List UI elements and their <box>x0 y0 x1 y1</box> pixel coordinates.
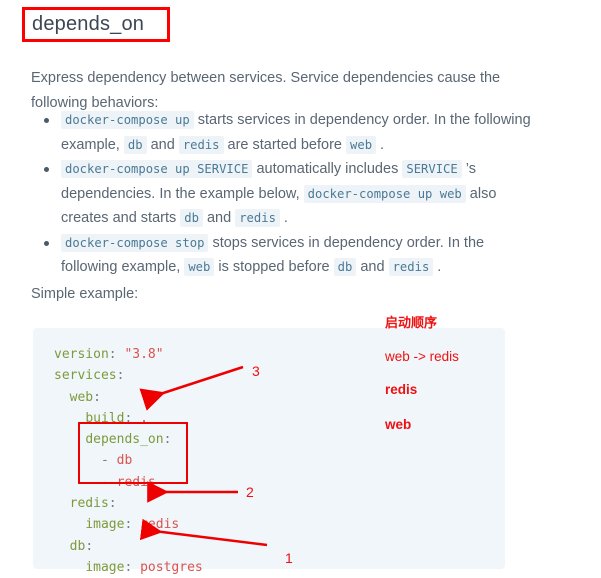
simple-example-label: Simple example: <box>31 286 139 302</box>
code-token: db <box>69 538 86 554</box>
annotation-number-2: 2 <box>246 484 254 500</box>
code-token: redis <box>69 496 109 512</box>
inline-code-chip: docker-compose stop <box>61 233 209 252</box>
inline-code-chip: db <box>180 209 203 227</box>
inline-code-chip: db <box>333 258 357 276</box>
code-token: services <box>54 368 117 384</box>
code-token: image <box>85 517 125 533</box>
code-token: : <box>124 559 141 575</box>
annotation-number-1: 1 <box>285 550 293 566</box>
code-token: web <box>69 389 94 405</box>
inline-code-chip: redis <box>388 258 434 276</box>
inline-code-chip: redis <box>178 135 224 154</box>
inline-code-chip: SERVICE <box>402 160 462 178</box>
inline-code-chip: docker-compose up SERVICE <box>61 160 253 178</box>
list-item: docker-compose up SERVICE automatically … <box>31 157 531 231</box>
code-token: : <box>85 538 94 554</box>
code-token: : <box>108 496 117 512</box>
annotation-number-3: 3 <box>252 363 260 379</box>
code-token: redis <box>140 517 180 533</box>
code-token: : <box>124 517 141 533</box>
sequence-line-1: redis <box>385 381 418 397</box>
inline-code-chip: web <box>184 258 215 276</box>
code-token: postgres <box>140 559 203 575</box>
depends-on-highlight-box <box>78 422 188 484</box>
inline-code-chip: redis <box>235 209 280 227</box>
inline-code-chip: docker-compose up web <box>303 184 466 203</box>
code-token: : <box>93 389 101 405</box>
behaviors-list: docker-compose up starts services in dep… <box>31 108 531 280</box>
code-token: : <box>116 368 125 384</box>
code-token: "3.8" <box>124 347 164 362</box>
list-item: docker-compose stop stops services in de… <box>31 231 531 280</box>
startup-order-title: 启动顺序 <box>385 315 438 330</box>
inline-code-chip: db <box>123 135 147 154</box>
page-title: depends_on <box>32 13 145 35</box>
code-token: version <box>54 347 109 362</box>
list-item: docker-compose up starts services in dep… <box>31 108 531 157</box>
code-token: image <box>85 559 125 575</box>
inline-code-chip: docker-compose up <box>61 111 194 129</box>
sequence-note: redis web <box>385 363 417 451</box>
code-token: : <box>108 347 125 362</box>
sequence-line-2: web <box>385 416 412 432</box>
inline-code-chip: web <box>346 135 377 154</box>
